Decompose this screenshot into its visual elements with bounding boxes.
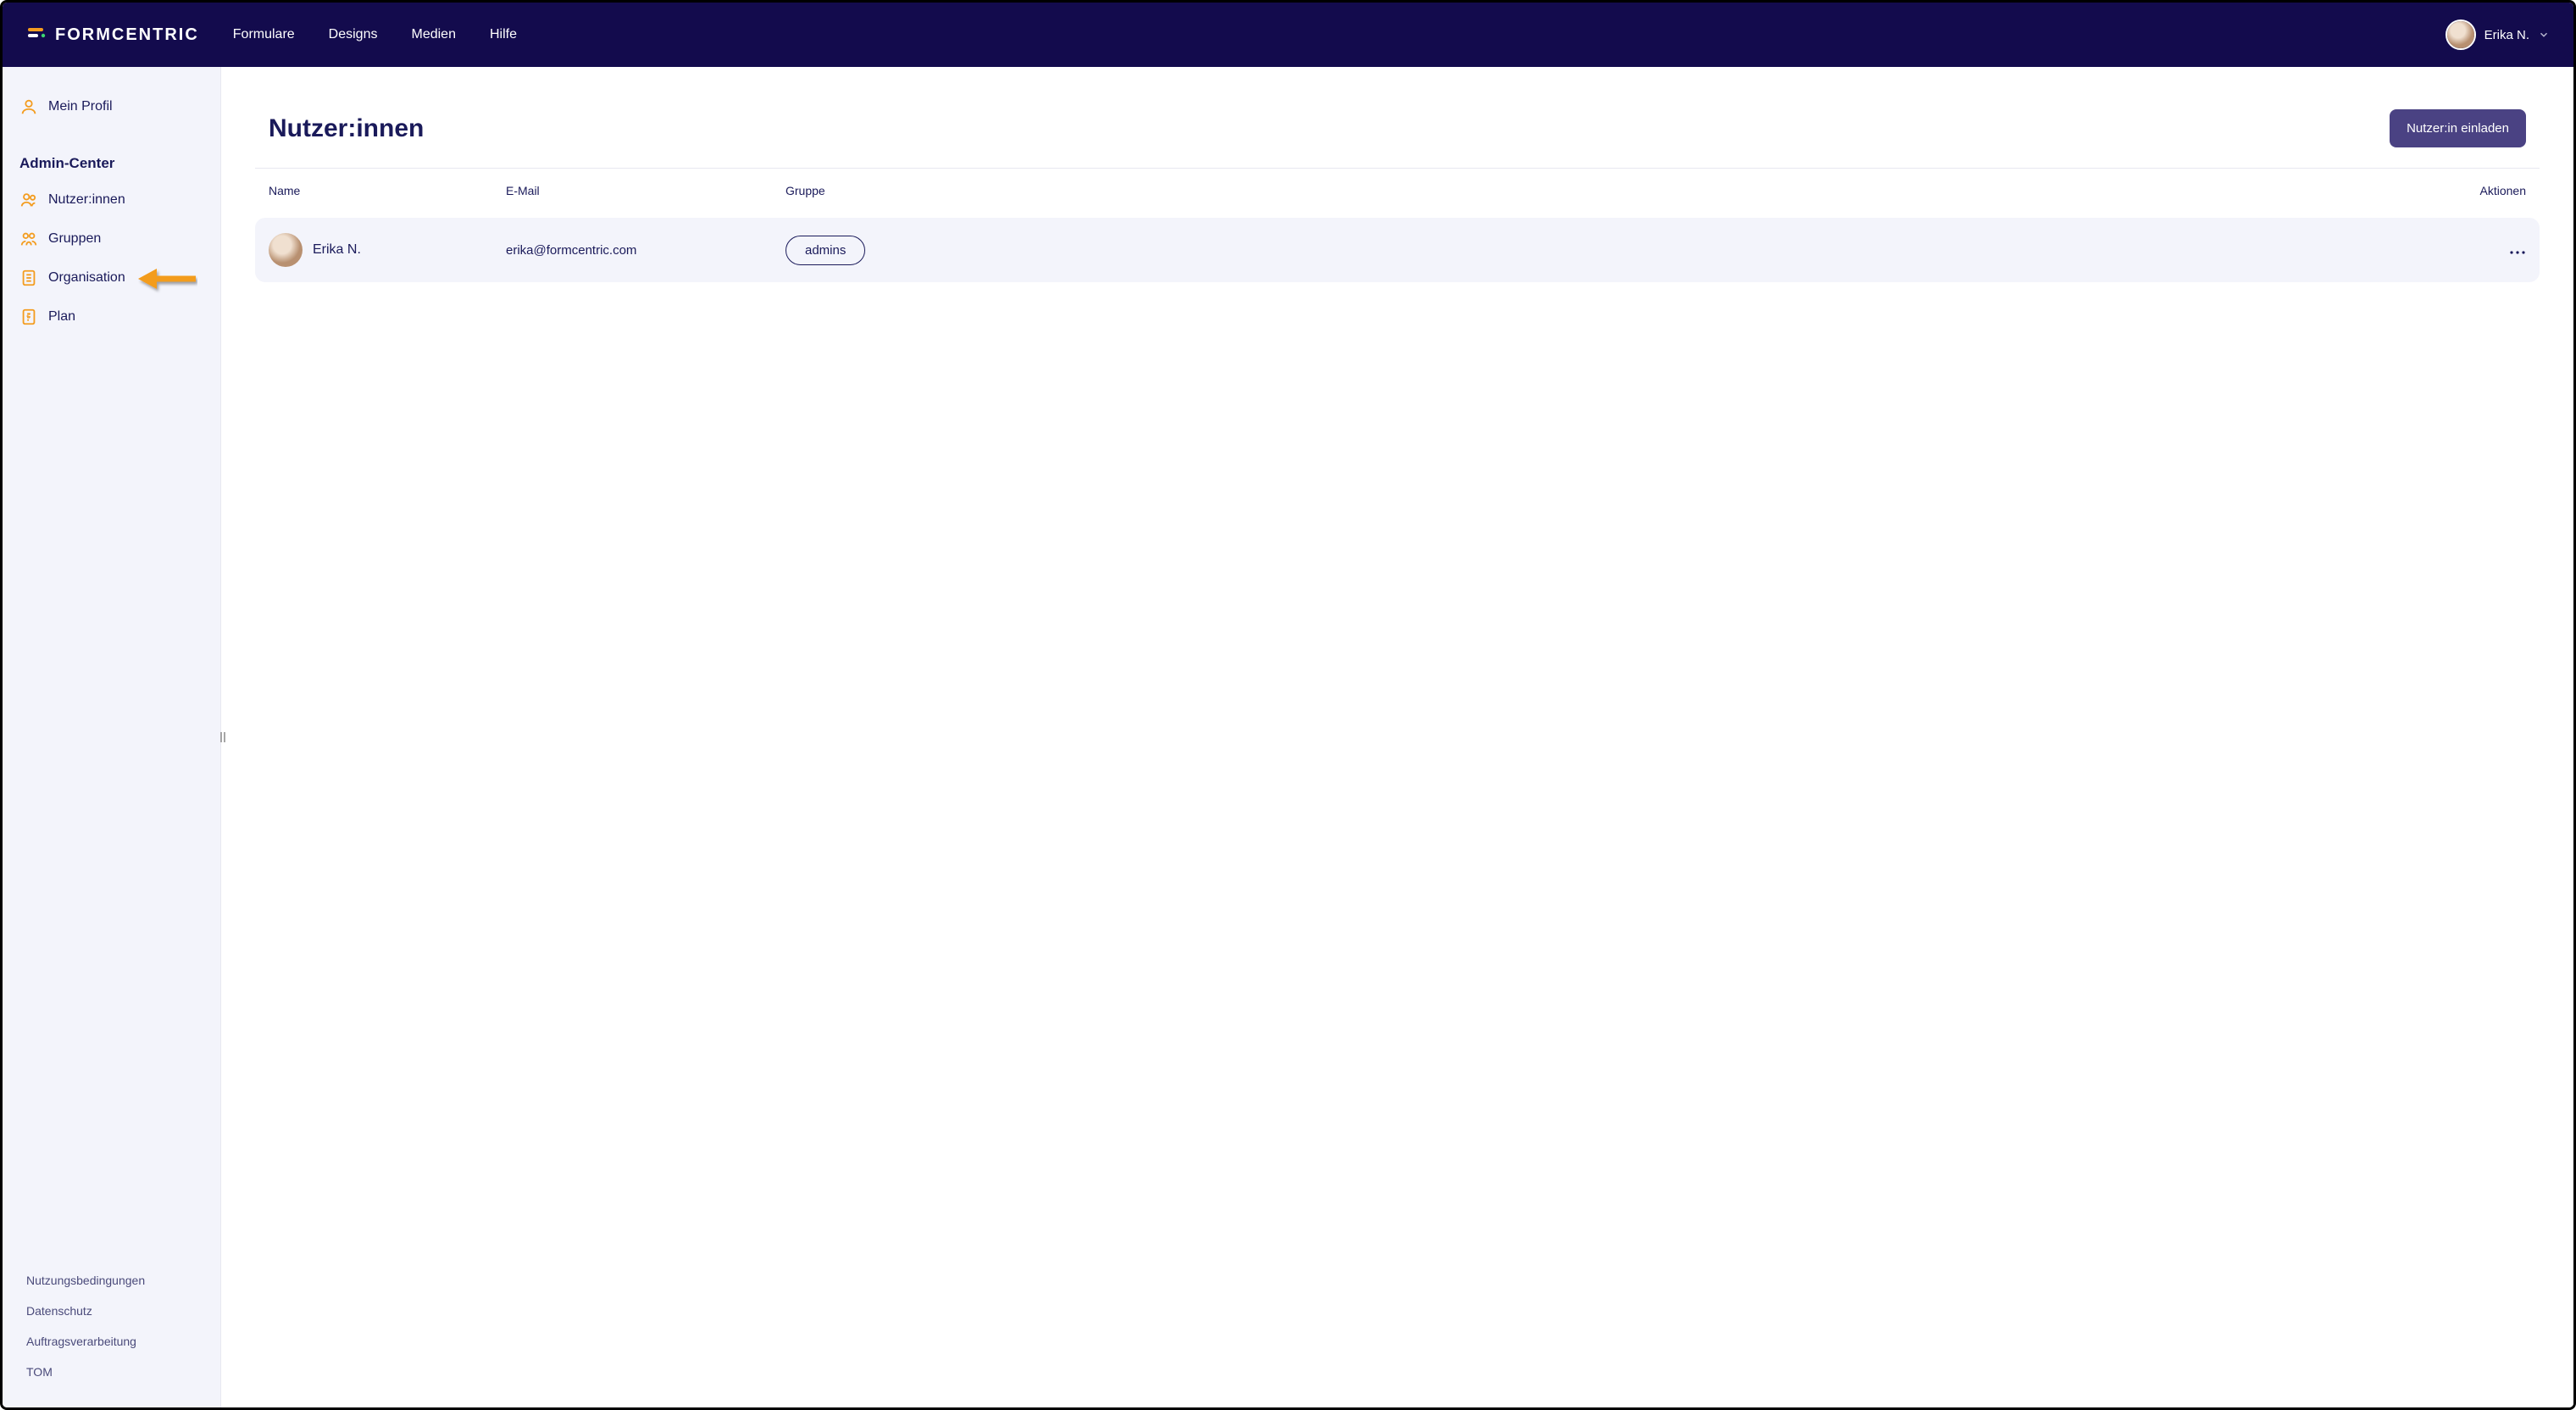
sidebar-item-label: Plan — [48, 309, 75, 325]
top-header: FORMCENTRIC Formulare Designs Medien Hil… — [3, 3, 2573, 67]
table-row[interactable]: Erika N. erika@formcentric.com admins — [255, 218, 2540, 282]
invite-user-button[interactable]: Nutzer:in einladen — [2390, 109, 2526, 147]
user-name-label: Erika N. — [2484, 28, 2529, 42]
svg-text:€: € — [26, 313, 30, 320]
groups-icon — [19, 230, 38, 248]
users-icon — [19, 191, 38, 209]
profile-icon — [19, 97, 38, 116]
nav-formulare[interactable]: Formulare — [233, 27, 295, 42]
sidebar-item-organisation[interactable]: Organisation — [19, 258, 203, 297]
sidebar-item-label: Mein Profil — [48, 99, 113, 114]
chevron-down-icon — [2538, 29, 2550, 41]
main-content: Nutzer:innen Nutzer:in einladen Name E-M… — [221, 67, 2573, 1407]
sidebar-item-groups[interactable]: Gruppen — [19, 219, 203, 258]
sidebar-item-users[interactable]: Nutzer:innen — [19, 180, 203, 219]
sidebar-item-label: Organisation — [48, 270, 125, 286]
avatar — [269, 233, 303, 267]
row-user-name: Erika N. — [313, 242, 361, 258]
sidebar-heading: Admin-Center — [19, 143, 203, 180]
avatar — [2446, 19, 2476, 50]
logo-icon — [26, 25, 47, 45]
plan-icon: € — [19, 308, 38, 326]
nav-medien[interactable]: Medien — [411, 27, 455, 42]
col-header-email: E-Mail — [506, 184, 786, 197]
footer-link-processing[interactable]: Auftragsverarbeitung — [26, 1326, 197, 1357]
nav-hilfe[interactable]: Hilfe — [490, 27, 517, 42]
col-header-actions: Aktionen — [2450, 184, 2526, 197]
col-header-name: Name — [269, 184, 506, 197]
footer-link-tom[interactable]: TOM — [26, 1357, 197, 1387]
page-title: Nutzer:innen — [269, 114, 424, 143]
group-tag[interactable]: admins — [786, 236, 865, 265]
primary-nav: Formulare Designs Medien Hilfe — [233, 27, 517, 42]
footer-link-terms[interactable]: Nutzungsbedingungen — [26, 1265, 197, 1296]
row-user-email: erika@formcentric.com — [506, 243, 786, 258]
sidebar-item-plan[interactable]: € Plan — [19, 297, 203, 336]
footer-link-privacy[interactable]: Datenschutz — [26, 1296, 197, 1326]
organisation-icon — [19, 269, 38, 287]
more-icon — [2509, 250, 2526, 255]
brand-logo[interactable]: FORMCENTRIC — [26, 25, 199, 45]
row-actions-more[interactable] — [2450, 241, 2526, 259]
brand-name: FORMCENTRIC — [55, 25, 199, 45]
col-header-group: Gruppe — [786, 184, 2450, 197]
table-header: Name E-Mail Gruppe Aktionen — [255, 169, 2540, 213]
sidebar-item-label: Gruppen — [48, 231, 101, 247]
nav-designs[interactable]: Designs — [329, 27, 378, 42]
sidebar-item-label: Nutzer:innen — [48, 192, 125, 208]
user-menu[interactable]: Erika N. — [2446, 19, 2550, 50]
sidebar-collapse-handle[interactable] — [215, 724, 230, 750]
sidebar-my-profile[interactable]: Mein Profil — [19, 87, 203, 126]
users-table: Name E-Mail Gruppe Aktionen Erika N. eri… — [255, 168, 2540, 282]
sidebar: Mein Profil Admin-Center Nutzer:innen Gr… — [3, 67, 221, 1407]
sidebar-footer: Nutzungsbedingungen Datenschutz Auftrags… — [3, 1265, 220, 1407]
